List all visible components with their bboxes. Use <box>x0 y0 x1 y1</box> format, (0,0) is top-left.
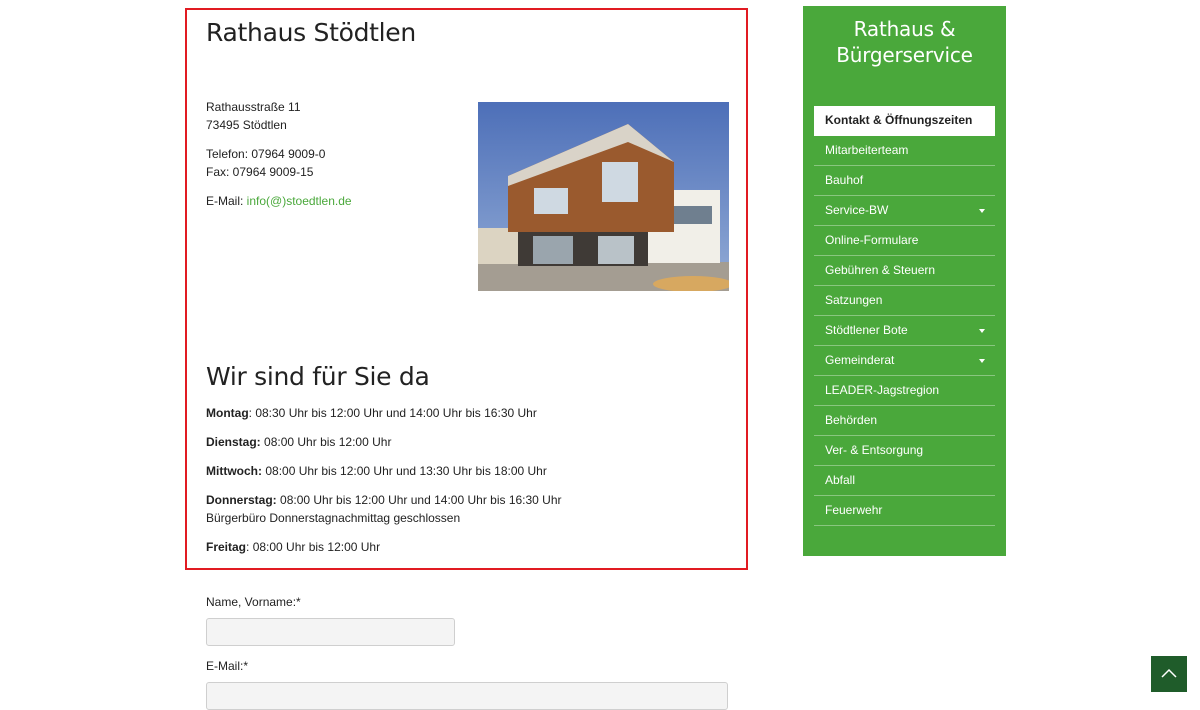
sidebar-item-gebuehren[interactable]: Gebühren & Steuern <box>814 256 995 286</box>
hours-text: 08:00 Uhr bis 12:00 Uhr und 14:00 Uhr bi… <box>280 493 562 507</box>
sidebar-item-kontakt[interactable]: Kontakt & Öffnungszeiten <box>814 106 995 136</box>
street-address: Rathausstraße 11 73495 Stödtlen <box>206 98 352 134</box>
sidebar-item-label: Satzungen <box>825 293 883 307</box>
sidebar-item-label: Feuerwehr <box>825 503 883 517</box>
contact-form: Name, Vorname:* E-Mail:* <box>206 594 728 710</box>
name-label: Name, Vorname:* <box>206 595 301 609</box>
email-line: E-Mail: info(@)stoedtlen.de <box>206 192 352 210</box>
hours-text: 08:00 Uhr bis 12:00 Uhr <box>264 435 392 449</box>
sidebar-title-line2: Bürgerservice <box>836 43 973 67</box>
email-link[interactable]: info(@)stoedtlen.de <box>247 194 352 208</box>
sidebar-item-gemeinderat[interactable]: Gemeinderat <box>814 346 995 376</box>
day-separator: : <box>246 540 253 554</box>
day-label: Mittwoch: <box>206 464 262 478</box>
sidebar-item-label: Gebühren & Steuern <box>825 263 936 277</box>
sidebar-item-label: Service-BW <box>825 203 889 217</box>
sidebar: Rathaus & Bürgerservice Kontakt & Öffnun… <box>803 6 1006 556</box>
sidebar-item-service-bw[interactable]: Service-BW <box>814 196 995 226</box>
sidebar-menu: Kontakt & Öffnungszeiten Mitarbeiterteam… <box>814 106 995 526</box>
fax-number: Fax: 07964 9009-15 <box>206 165 314 179</box>
sidebar-item-label: Online-Formulare <box>825 233 919 247</box>
opening-hours-title: Wir sind für Sie da <box>206 362 430 391</box>
address-line-city: 73495 Stödtlen <box>206 118 287 132</box>
email-field-label: E-Mail:* <box>206 659 249 673</box>
hours-row-wednesday: Mittwoch: 08:00 Uhr bis 12:00 Uhr und 13… <box>206 462 726 480</box>
hours-text: 08:00 Uhr bis 12:00 Uhr <box>252 540 381 554</box>
day-label: Montag <box>206 406 249 420</box>
sidebar-item-label: Stödtlener Bote <box>825 323 908 337</box>
sidebar-item-bauhof[interactable]: Bauhof <box>814 166 995 196</box>
sidebar-item-label: Abfall <box>825 473 856 487</box>
sidebar-item-label: Behörden <box>825 413 878 427</box>
sidebar-item-satzungen[interactable]: Satzungen <box>814 286 995 316</box>
caret-down-icon[interactable] <box>979 329 985 333</box>
town-hall-photo <box>478 102 729 291</box>
phone-fax: Telefon: 07964 9009-0 Fax: 07964 9009-15 <box>206 145 352 181</box>
hours-row-friday: Freitag: 08:00 Uhr bis 12:00 Uhr <box>206 538 726 556</box>
sidebar-title-line1: Rathaus & <box>853 17 956 41</box>
day-label: Freitag <box>206 540 247 554</box>
address-line-street: Rathausstraße 11 <box>206 100 301 114</box>
sidebar-item-mitarbeiterteam[interactable]: Mitarbeiterteam <box>814 136 995 166</box>
hours-row-monday: Montag: 08:30 Uhr bis 12:00 Uhr und 14:0… <box>206 404 726 422</box>
hours-text: 08:00 Uhr bis 12:00 Uhr und 13:30 Uhr bi… <box>265 464 547 478</box>
scroll-to-top-button[interactable] <box>1151 656 1187 692</box>
sidebar-item-behoerden[interactable]: Behörden <box>814 406 995 436</box>
name-input[interactable] <box>206 618 455 646</box>
content-section: Rathaus Stödtlen Rathausstraße 11 73495 … <box>185 8 748 570</box>
sidebar-item-label: Kontakt & Öffnungszeiten <box>825 113 973 127</box>
sidebar-item-stoedtlener-bote[interactable]: Stödtlener Bote <box>814 316 995 346</box>
phone-number: Telefon: 07964 9009-0 <box>206 147 326 161</box>
hours-note: Bürgerbüro Donnerstagnachmittag geschlos… <box>206 511 461 525</box>
day-label: Donnerstag: <box>206 493 277 507</box>
hours-row-thursday: Donnerstag: 08:00 Uhr bis 12:00 Uhr und … <box>206 491 726 527</box>
chevron-up-icon <box>1161 668 1177 678</box>
sidebar-item-feuerwehr[interactable]: Feuerwehr <box>814 496 995 526</box>
caret-down-icon[interactable] <box>979 209 985 213</box>
day-label: Dienstag: <box>206 435 261 449</box>
sidebar-title: Rathaus & Bürgerservice <box>803 16 1006 68</box>
sidebar-item-abfall[interactable]: Abfall <box>814 466 995 496</box>
sidebar-item-ver-entsorgung[interactable]: Ver- & Entsorgung <box>814 436 995 466</box>
sidebar-item-label: Ver- & Entsorgung <box>825 443 924 457</box>
email-input[interactable] <box>206 682 728 710</box>
sidebar-item-online-formulare[interactable]: Online-Formulare <box>814 226 995 256</box>
address-block: Rathausstraße 11 73495 Stödtlen Telefon:… <box>206 98 352 221</box>
sidebar-item-label: LEADER-Jagstregion <box>825 383 940 397</box>
sidebar-item-label: Gemeinderat <box>825 353 895 367</box>
hours-row-tuesday: Dienstag: 08:00 Uhr bis 12:00 Uhr <box>206 433 726 451</box>
sidebar-item-leader[interactable]: LEADER-Jagstregion <box>814 376 995 406</box>
building-photo-icon <box>478 102 729 291</box>
sidebar-item-label: Bauhof <box>825 173 864 187</box>
email-label: E-Mail: <box>206 194 247 208</box>
opening-hours-list: Montag: 08:30 Uhr bis 12:00 Uhr und 14:0… <box>206 404 726 567</box>
caret-down-icon[interactable] <box>979 359 985 363</box>
sidebar-item-label: Mitarbeiterteam <box>825 143 909 157</box>
page-title: Rathaus Stödtlen <box>206 18 416 47</box>
hours-text: 08:30 Uhr bis 12:00 Uhr und 14:00 Uhr bi… <box>255 406 537 420</box>
